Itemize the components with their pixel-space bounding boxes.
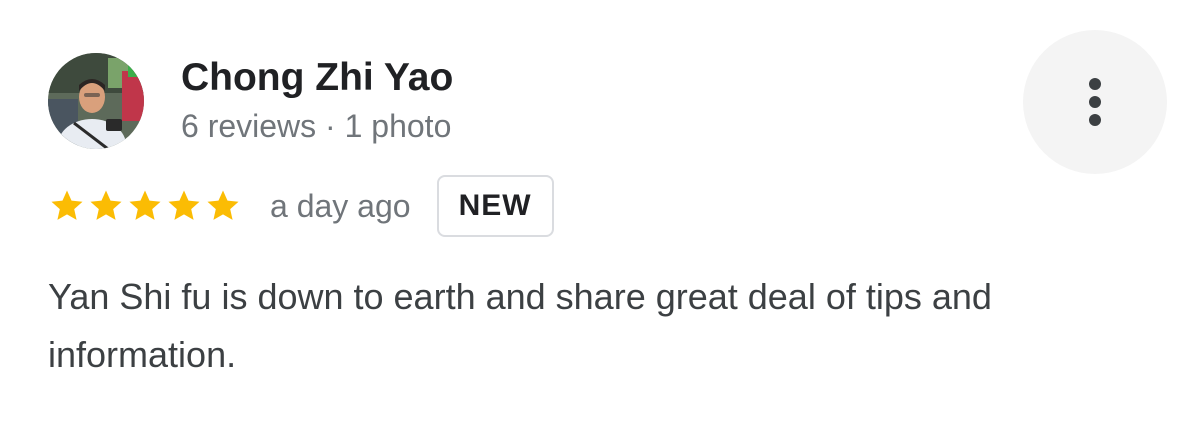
star-icon [48, 187, 86, 225]
more-vert-icon [1089, 78, 1101, 126]
star-icon [126, 187, 164, 225]
new-badge: NEW [436, 175, 554, 237]
review-time: a day ago [270, 187, 411, 224]
star-icon [165, 187, 203, 225]
star-rating [48, 187, 242, 225]
review-card: Chong Zhi Yao 6 reviews · 1 photo a day … [0, 0, 1179, 440]
reviewer-name[interactable]: Chong Zhi Yao [181, 54, 453, 102]
avatar-photo [48, 53, 144, 149]
reviewer-meta: 6 reviews · 1 photo [181, 108, 452, 144]
more-options-button[interactable] [1023, 30, 1167, 174]
reviewer-avatar[interactable] [48, 53, 144, 149]
review-text: Yan Shi fu is down to earth and share gr… [48, 276, 992, 375]
star-icon [87, 187, 125, 225]
star-icon [204, 187, 242, 225]
rating-row: a day ago NEW [48, 174, 554, 238]
